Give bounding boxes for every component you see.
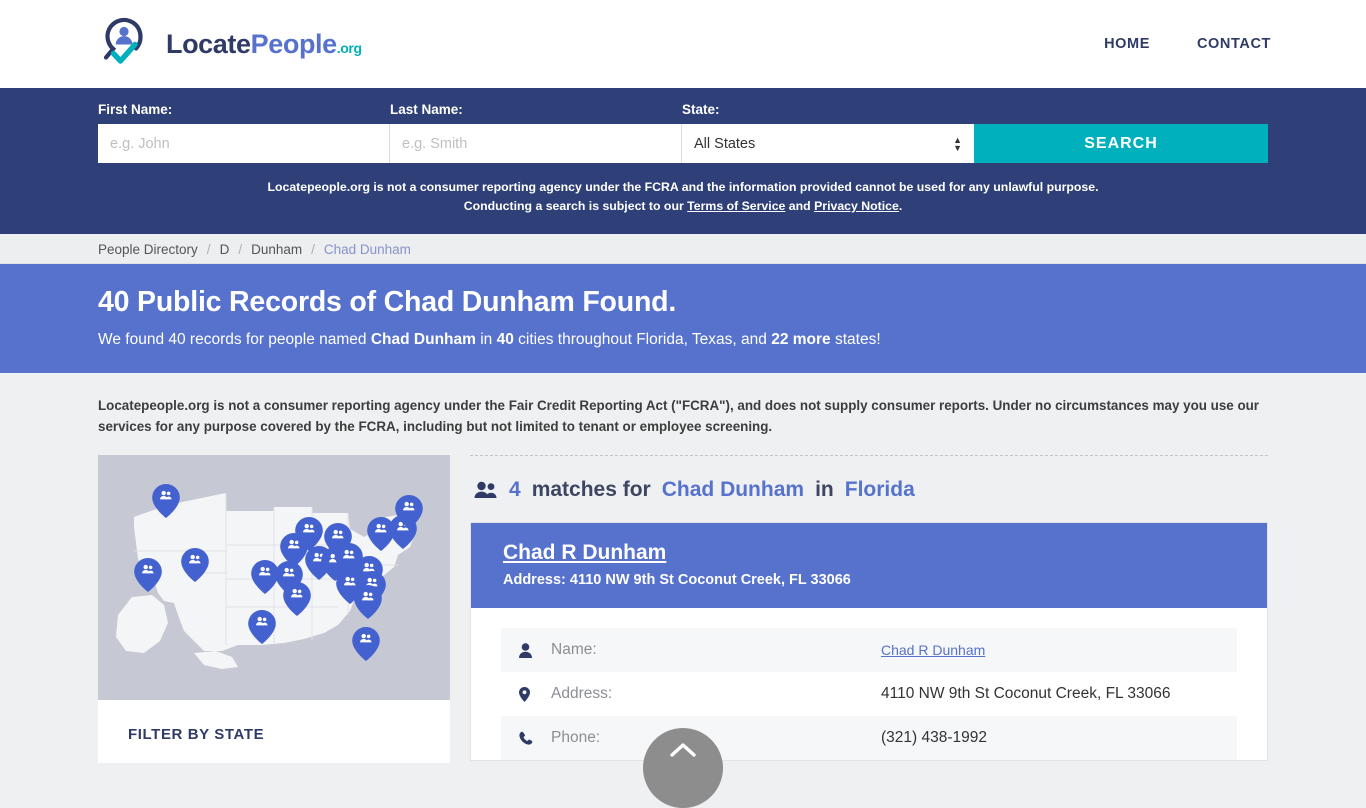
brand-wordmark: LocatePeople.org xyxy=(166,29,362,60)
map-pin-icon[interactable] xyxy=(354,585,382,619)
first-name-input[interactable] xyxy=(98,124,390,163)
record-card: Chad R Dunham Address: 4110 NW 9th St Co… xyxy=(470,522,1268,761)
sidebar: FILTER BY STATE xyxy=(98,455,450,763)
brand-part-people: People xyxy=(250,28,338,59)
breadcrumb-item-d[interactable]: D xyxy=(220,242,230,257)
scroll-to-top-button[interactable] xyxy=(643,728,723,808)
matches-label: matches for xyxy=(531,478,651,501)
record-address-value: 4110 NW 9th St Coconut Creek, FL 33066 xyxy=(569,572,851,588)
record-address-summary: Address: 4110 NW 9th St Coconut Creek, F… xyxy=(503,572,1235,588)
privacy-notice-link[interactable]: Privacy Notice xyxy=(814,199,899,213)
filter-by-state-title: FILTER BY STATE xyxy=(128,726,265,743)
last-name-label: Last Name: xyxy=(390,102,463,117)
record-name-link[interactable]: Chad R Dunham xyxy=(503,541,666,565)
site-header: LocatePeople.org HOME CONTACT xyxy=(0,0,1366,88)
matches-state: Florida xyxy=(844,478,915,501)
nav-item-home[interactable]: HOME xyxy=(1104,36,1150,52)
search-disclaimer-line1: Locatepeople.org is not a consumer repor… xyxy=(267,180,1099,194)
fcra-notice: Locatepeople.org is not a consumer repor… xyxy=(98,398,1260,434)
last-name-input[interactable] xyxy=(390,124,682,163)
hero-band: 40 Public Records of Chad Dunham Found. … xyxy=(0,264,1366,373)
phone-icon xyxy=(519,731,551,745)
detail-value-address: 4110 NW 9th St Coconut Creek, FL 33066 xyxy=(881,685,1171,702)
table-row: Phone: (321) 438-1992 xyxy=(501,716,1237,760)
person-icon xyxy=(519,642,551,658)
detail-label-name: Name: xyxy=(551,641,597,658)
subtitle-in: in xyxy=(475,331,497,348)
search-band: First Name: Last Name: State: All States… xyxy=(0,88,1366,234)
state-select[interactable]: All States xyxy=(682,124,974,163)
record-address-label: Address: xyxy=(503,572,570,588)
disclaimer-and: and xyxy=(785,199,815,213)
page-subtitle: We found 40 records for people named Cha… xyxy=(98,331,1268,349)
table-row: Name: Chad R Dunham xyxy=(501,628,1237,672)
terms-of-service-link[interactable]: Terms of Service xyxy=(687,199,785,213)
breadcrumb: People Directory / D / Dunham / Chad Dun… xyxy=(98,234,1268,264)
breadcrumb-item-dunham[interactable]: Dunham xyxy=(251,242,302,257)
search-disclaimer-line2: Conducting a search is subject to our Te… xyxy=(98,197,1268,216)
locatepeople-logo-icon xyxy=(98,13,156,75)
subtitle-more-states: 22 more xyxy=(771,331,831,348)
search-disclaimer: Locatepeople.org is not a consumer repor… xyxy=(98,163,1268,234)
search-form: All States ▲▼ SEARCH xyxy=(98,124,1268,163)
search-button[interactable]: SEARCH xyxy=(974,124,1268,163)
subtitle-prefix: We found 40 records for people named xyxy=(98,331,371,348)
disclaimer-prefix: Conducting a search is subject to our xyxy=(463,199,688,213)
search-field-labels: First Name: Last Name: State: xyxy=(98,102,1268,124)
results-column: 4 matches for Chad Dunham in Florida Cha… xyxy=(470,455,1268,763)
main-content: FILTER BY STATE 4 matches for Chad Dunha… xyxy=(98,455,1268,763)
disclaimer-period: . xyxy=(898,199,903,213)
subtitle-person-name: Chad Dunham xyxy=(370,331,476,348)
page-title: 40 Public Records of Chad Dunham Found. xyxy=(98,286,677,318)
detail-label-phone: Phone: xyxy=(551,729,601,746)
breadcrumb-separator: / xyxy=(206,241,211,257)
detail-value-phone: (321) 438-1992 xyxy=(881,729,987,746)
brand-part-locate: Locate xyxy=(166,28,251,59)
state-label: State: xyxy=(682,102,720,117)
table-row: Address: 4110 NW 9th St Coconut Creek, F… xyxy=(501,672,1237,716)
breadcrumb-item-current: Chad Dunham xyxy=(323,241,411,257)
matches-person-name: Chad Dunham xyxy=(661,478,805,501)
chevron-up-icon xyxy=(670,743,696,757)
state-select-wrapper: All States ▲ ▼ xyxy=(682,124,974,163)
matches-in: in xyxy=(815,478,834,501)
people-icon xyxy=(474,481,498,499)
matches-heading: 4 matches for Chad Dunham in Florida xyxy=(470,455,1268,522)
breadcrumb-separator: / xyxy=(238,241,243,257)
match-count: 4 xyxy=(509,478,521,501)
record-detail-table: Name: Chad R Dunham Address: 4110 NW 9th… xyxy=(471,608,1267,760)
first-name-label: First Name: xyxy=(98,102,173,117)
main-navigation: HOME CONTACT xyxy=(1104,36,1271,52)
map-pin-icon[interactable] xyxy=(352,627,380,661)
filter-by-state-card: FILTER BY STATE xyxy=(98,700,450,763)
subtitle-cities: cities throughout Florida, Texas, and xyxy=(513,331,772,348)
subtitle-city-count: 40 xyxy=(496,331,514,348)
nav-item-contact[interactable]: CONTACT xyxy=(1197,36,1271,52)
breadcrumb-separator: / xyxy=(311,241,315,257)
map-pin-icon xyxy=(519,686,551,702)
subtitle-end: states! xyxy=(830,331,881,348)
breadcrumb-item-people-directory[interactable]: People Directory xyxy=(98,242,198,257)
record-card-header: Chad R Dunham Address: 4110 NW 9th St Co… xyxy=(471,523,1267,608)
us-map-card[interactable] xyxy=(98,455,450,700)
brand-part-tld: .org xyxy=(336,39,362,56)
breadcrumb-band: People Directory / D / Dunham / Chad Dun… xyxy=(0,234,1366,264)
detail-value-name[interactable]: Chad R Dunham xyxy=(881,642,985,658)
detail-label-address: Address: xyxy=(551,685,613,702)
brand-logo[interactable]: LocatePeople.org xyxy=(98,13,362,75)
